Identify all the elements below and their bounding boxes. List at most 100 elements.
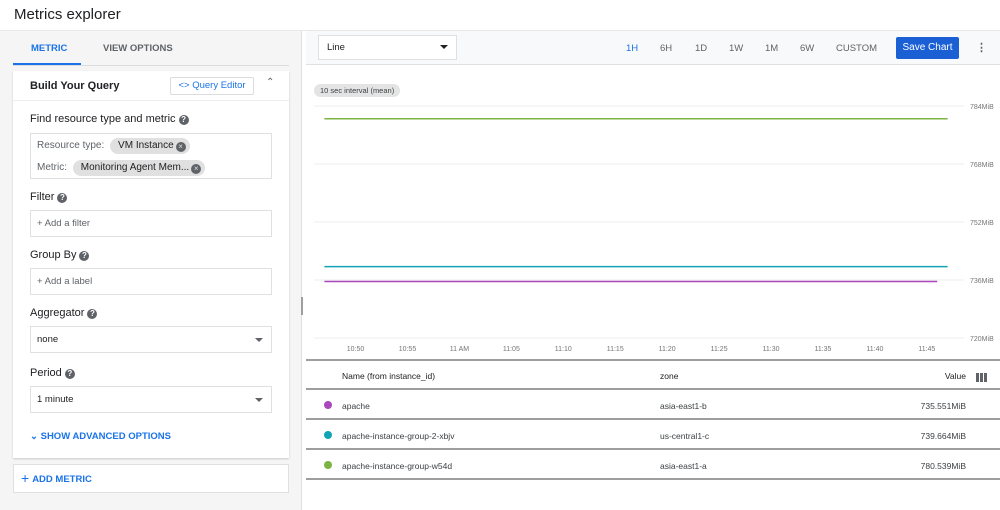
help-icon[interactable]: ?: [87, 309, 98, 319]
card-title: Build Your Query: [30, 80, 120, 92]
table-row[interactable]: apache-instance-group-w54d asia-east1-a …: [306, 450, 1000, 480]
row-name: apache-instance-group-w54d: [342, 461, 453, 471]
chart-type-value: Line: [327, 42, 345, 53]
find-resource-text: Find resource type and metric: [30, 113, 176, 125]
range-1d[interactable]: 1D: [695, 43, 707, 54]
x-tick-label: 11:35: [814, 346, 831, 353]
x-tick-label: 11:15: [607, 346, 624, 353]
legend-table: Name (from instance_id) zone Value apach…: [306, 359, 1000, 480]
period-text: Period: [30, 367, 62, 379]
tab-view-options[interactable]: VIEW OPTIONS: [103, 43, 173, 54]
help-icon[interactable]: ?: [79, 251, 90, 261]
x-tick-label: 11:30: [763, 346, 780, 353]
dropdown-arrow-icon: [440, 45, 448, 49]
metric-label: Metric:: [37, 162, 67, 173]
filter-label: Filter?: [30, 191, 68, 203]
x-tick-label: 11:40: [866, 346, 883, 353]
resource-type-label: Resource type:: [37, 140, 105, 151]
x-tick-label: 11:45: [918, 346, 935, 353]
remove-icon[interactable]: ×: [191, 164, 202, 174]
range-6h[interactable]: 6H: [660, 43, 672, 54]
x-tick-label: 11:20: [659, 346, 676, 353]
chevron-down-icon: ⌄: [30, 431, 38, 442]
group-by-text: Group By: [30, 249, 77, 261]
help-icon[interactable]: ?: [57, 193, 68, 203]
resource-type-chip[interactable]: VM Instance ×: [110, 138, 190, 154]
active-tab-indicator: [13, 63, 81, 65]
table-row[interactable]: apache asia-east1-b 735.551MiB: [306, 390, 1000, 420]
resource-type-value: VM Instance: [118, 140, 174, 151]
table-header: Name (from instance_id) zone Value: [306, 359, 1000, 390]
range-1h[interactable]: 1H: [626, 43, 638, 54]
chart-svg: 720MiB 736MiB 752MiB 768MiB 784MiB 10:50 10:55…: [314, 104, 994, 353]
metric-row: Metric: Monitoring Agent Mem... ×: [37, 160, 206, 176]
page-title: Metrics explorer: [14, 6, 121, 23]
chart-toolbar: Line 1H 6H 1D 1W 1M 6W CUSTOM Save Chart…: [306, 31, 1000, 65]
more-options-icon[interactable]: ⋮: [976, 41, 987, 54]
header-zone[interactable]: zone: [660, 371, 678, 381]
header-name[interactable]: Name (from instance_id): [342, 371, 435, 381]
columns-icon[interactable]: [976, 373, 987, 382]
panel-resize-handle[interactable]: [301, 297, 303, 315]
group-by-input[interactable]: + Add a label: [30, 268, 272, 295]
chart-type-select[interactable]: Line: [318, 35, 457, 60]
period-value: 1 minute: [37, 394, 74, 405]
add-metric-label: ADD METRIC: [32, 474, 92, 485]
x-tick-label: 11:25: [711, 346, 728, 353]
remove-icon[interactable]: ×: [175, 142, 186, 152]
row-name: apache: [342, 401, 370, 411]
header-value[interactable]: Value: [945, 371, 966, 381]
aggregator-select[interactable]: none: [30, 326, 272, 353]
x-tick-label: 10:55: [399, 346, 417, 353]
dropdown-arrow-icon: [255, 338, 263, 342]
y-tick-label: 768MiB: [970, 162, 994, 169]
range-1m[interactable]: 1M: [765, 43, 778, 54]
x-tick-label: 11 AM: [450, 346, 469, 353]
table-body: apache asia-east1-b 735.551MiB apache-in…: [306, 390, 1000, 480]
help-icon[interactable]: ?: [178, 115, 189, 125]
x-tick-label: 11:05: [503, 346, 520, 353]
range-1w[interactable]: 1W: [729, 43, 743, 54]
aggregator-label: Aggregator?: [30, 307, 98, 319]
period-select[interactable]: 1 minute: [30, 386, 272, 413]
title-bar: Metrics explorer: [0, 0, 1000, 31]
y-tick-label: 784MiB: [970, 104, 994, 111]
filter-input[interactable]: + Add a filter: [30, 210, 272, 237]
y-tick-label: 736MiB: [970, 278, 994, 285]
resource-type-row: Resource type: VM Instance ×: [37, 138, 190, 154]
row-zone: asia-east1-b: [660, 401, 707, 411]
aggregator-text: Aggregator: [30, 307, 85, 319]
advanced-options-label: SHOW ADVANCED OPTIONS: [40, 431, 171, 442]
row-name: apache-instance-group-2-xbjv: [342, 431, 455, 441]
period-label: Period?: [30, 367, 75, 379]
y-tick-label: 720MiB: [970, 336, 994, 343]
add-metric-button[interactable]: + ADD METRIC: [13, 464, 289, 493]
chart-panel: Line 1H 6H 1D 1W 1M 6W CUSTOM Save Chart…: [306, 31, 1000, 510]
series-color-dot: [324, 431, 332, 439]
metric-value: Monitoring Agent Mem...: [80, 162, 190, 173]
row-zone: asia-east1-a: [660, 461, 707, 471]
chevron-up-icon[interactable]: ⌃: [266, 77, 274, 88]
row-value: 739.664MiB: [920, 431, 966, 441]
series-color-dot: [324, 401, 332, 409]
x-tick-label: 11:10: [555, 346, 572, 353]
help-icon[interactable]: ?: [64, 369, 75, 379]
filter-text: Filter: [30, 191, 55, 203]
row-value: 780.539MiB: [920, 461, 966, 471]
build-query-card: Build Your Query <> Query Editor ⌃ Find …: [13, 71, 289, 458]
find-resource-label: Find resource type and metric?: [30, 113, 189, 125]
group-by-label: Group By?: [30, 249, 90, 261]
dropdown-arrow-icon: [255, 398, 263, 402]
metric-chip[interactable]: Monitoring Agent Mem... ×: [72, 160, 206, 176]
line-chart[interactable]: 720MiB 736MiB 752MiB 768MiB 784MiB 10:50 10:55…: [306, 96, 1000, 360]
query-editor-button[interactable]: <> Query Editor: [170, 77, 254, 95]
left-tabs: METRIC VIEW OPTIONS: [13, 31, 289, 66]
resource-metric-box[interactable]: Resource type: VM Instance × Metric: Moni…: [30, 133, 272, 179]
range-6w[interactable]: 6W: [800, 43, 814, 54]
show-advanced-options-button[interactable]: ⌄ SHOW ADVANCED OPTIONS: [30, 431, 171, 442]
table-row[interactable]: apache-instance-group-2-xbjv us-central1…: [306, 420, 1000, 450]
save-chart-button[interactable]: Save Chart: [896, 37, 959, 59]
series-color-dot: [324, 461, 332, 469]
range-custom[interactable]: CUSTOM: [836, 43, 877, 54]
tab-metric[interactable]: METRIC: [31, 43, 67, 54]
